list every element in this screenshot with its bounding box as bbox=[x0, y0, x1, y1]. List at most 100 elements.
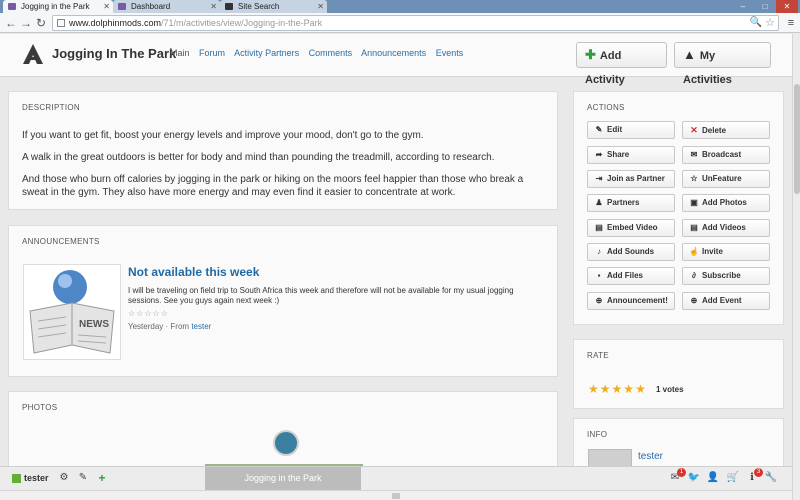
info-heading: INFO bbox=[587, 430, 608, 439]
user-icon[interactable]: 👤 bbox=[706, 471, 720, 485]
star-icon[interactable]: ★ bbox=[588, 382, 600, 396]
url-input[interactable]: www.dolphinmods.com/71/m/activities/view… bbox=[52, 15, 779, 31]
wrench-icon[interactable]: 🔧 bbox=[764, 471, 778, 485]
description-heading: DESCRIPTION bbox=[22, 103, 80, 112]
news-icon: NEWS bbox=[29, 270, 115, 354]
announcements-heading: ANNOUNCEMENTS bbox=[22, 237, 100, 246]
star-icon[interactable]: ★ bbox=[623, 382, 635, 396]
add-files-button[interactable]: ▪ Add Files bbox=[587, 267, 675, 285]
page-header: Jogging In The Park Main Forum Activity … bbox=[0, 34, 792, 86]
star-icon: ☆ bbox=[690, 174, 698, 183]
subscribe-button[interactable]: ∂ Subscribe bbox=[682, 267, 770, 285]
online-status-icon bbox=[12, 474, 21, 483]
nav-activity-partners[interactable]: Activity Partners bbox=[234, 48, 299, 58]
edit-icon[interactable]: ✎ bbox=[76, 471, 90, 485]
announcement-title[interactable]: Not available this week bbox=[128, 265, 259, 279]
nav-events[interactable]: Events bbox=[436, 48, 464, 58]
edit-icon: ✎ bbox=[595, 125, 603, 134]
toolbar-username[interactable]: tester bbox=[24, 473, 49, 483]
reload-icon[interactable]: ↻ bbox=[34, 15, 48, 31]
vote-count: 1 votes bbox=[656, 385, 684, 394]
browser-tab-dashboard[interactable]: Dashboard ✕ bbox=[113, 0, 220, 13]
maximize-icon[interactable]: □ bbox=[754, 0, 776, 13]
page-title: Jogging In The Park bbox=[52, 46, 177, 61]
actions-heading: ACTIONS bbox=[587, 103, 625, 112]
edit-button[interactable]: ✎ Edit bbox=[587, 121, 675, 139]
add-videos-button[interactable]: ▤ Add Videos bbox=[682, 219, 770, 237]
horizontal-scrollbar[interactable] bbox=[0, 490, 792, 500]
close-tab-icon[interactable]: ✕ bbox=[210, 0, 217, 13]
svg-text:NEWS: NEWS bbox=[79, 319, 109, 330]
invite-button[interactable]: ☝ Invite bbox=[682, 243, 770, 261]
activity-logo-icon bbox=[23, 44, 43, 64]
info-badge: 3 bbox=[754, 468, 763, 477]
forward-icon[interactable]: → bbox=[19, 15, 33, 31]
film-icon: ▤ bbox=[690, 223, 698, 232]
back-icon[interactable]: ← bbox=[4, 15, 18, 31]
browser-tab-jogging[interactable]: Jogging in the Park ✕ bbox=[3, 0, 113, 13]
favicon-icon bbox=[225, 3, 233, 10]
star-icon[interactable]: ★ bbox=[635, 382, 647, 396]
photos-heading: PHOTOS bbox=[22, 403, 58, 412]
announcement-author-link[interactable]: tester bbox=[191, 322, 211, 331]
add-photos-button[interactable]: ▣ Add Photos bbox=[682, 194, 770, 212]
photo-caption: Jogging in the Park bbox=[205, 467, 361, 491]
rating-stars[interactable]: ★★★★★ bbox=[588, 382, 647, 396]
unfeature-button[interactable]: ☆ UnFeature bbox=[682, 170, 770, 188]
star-icon[interactable]: ★ bbox=[612, 382, 624, 396]
add-icon[interactable]: + bbox=[95, 471, 109, 485]
scroll-thumb[interactable] bbox=[392, 493, 400, 499]
envelope-icon: ✉ bbox=[690, 150, 698, 159]
announcement-rating[interactable]: ☆☆☆☆☆ bbox=[128, 309, 169, 318]
twitter-icon[interactable]: 🐦 bbox=[687, 471, 701, 485]
description-paragraph: If you want to get fit, boost your energ… bbox=[22, 130, 424, 141]
announcement-meta: Yesterday · From tester bbox=[128, 322, 212, 331]
mail-icon[interactable]: ✉ 1 bbox=[668, 468, 686, 485]
favicon-icon bbox=[8, 3, 16, 10]
browser-menu-icon[interactable]: ≡ bbox=[784, 15, 798, 31]
nav-comments[interactable]: Comments bbox=[309, 48, 353, 58]
browser-tab-site-search[interactable]: Site Search ✕ bbox=[220, 0, 327, 13]
cart-icon[interactable]: 🛒 bbox=[726, 471, 740, 485]
share-button[interactable]: ➦ Share bbox=[587, 146, 675, 164]
description-paragraph: A walk in the great outdoors is better f… bbox=[22, 152, 495, 163]
zoom-icon[interactable]: 🔍 bbox=[750, 16, 762, 30]
nav-main[interactable]: Main bbox=[170, 48, 190, 58]
photo-owner-avatar[interactable] bbox=[273, 430, 299, 456]
activity-logo-icon: ▲ bbox=[683, 47, 696, 62]
announcements-panel: ANNOUNCEMENTS NEWS Not available this we… bbox=[8, 225, 558, 377]
add-sounds-button[interactable]: ♪ Add Sounds bbox=[587, 243, 675, 261]
join-as-partner-button[interactable]: ⇥ Join as Partner bbox=[587, 170, 675, 188]
embed-video-button[interactable]: ▤ Embed Video bbox=[587, 219, 675, 237]
info-user-link[interactable]: tester bbox=[638, 451, 663, 462]
description-panel: DESCRIPTION If you want to get fit, boos… bbox=[8, 91, 558, 210]
news-reader-image[interactable]: NEWS bbox=[23, 264, 121, 360]
star-icon[interactable]: ★ bbox=[600, 382, 612, 396]
close-tab-icon[interactable]: ✕ bbox=[103, 0, 110, 13]
film-icon: ▤ bbox=[595, 223, 603, 232]
vertical-scrollbar[interactable] bbox=[792, 34, 800, 500]
minimize-icon[interactable]: – bbox=[732, 0, 754, 13]
info-icon[interactable]: ℹ3 bbox=[745, 468, 763, 485]
add-activity-button[interactable]: ✚ Add Activity bbox=[576, 42, 667, 86]
bookmark-star-icon[interactable]: ☆ bbox=[765, 16, 775, 30]
scroll-thumb[interactable] bbox=[794, 84, 800, 194]
paperclip-icon: ∂ bbox=[692, 271, 696, 280]
announcement-button[interactable]: ⊕ Announcement! bbox=[587, 292, 675, 310]
address-bar: ← → ↻ www.dolphinmods.com/71/m/activitie… bbox=[0, 13, 800, 33]
partners-button[interactable]: ♟ Partners bbox=[587, 194, 675, 212]
broadcast-button[interactable]: ✉ Broadcast bbox=[682, 146, 770, 164]
close-tab-icon[interactable]: ✕ bbox=[317, 0, 324, 13]
nav-forum[interactable]: Forum bbox=[199, 48, 225, 58]
photo-icon: ▣ bbox=[690, 198, 698, 207]
users-icon: ♟ bbox=[595, 198, 603, 207]
my-activities-button[interactable]: ▲ My Activities bbox=[674, 42, 771, 86]
nav-announcements[interactable]: Announcements bbox=[361, 48, 426, 58]
add-event-button[interactable]: ⊕ Add Event bbox=[682, 292, 770, 310]
gear-icon[interactable]: ⚙ bbox=[57, 471, 71, 485]
description-paragraph: And those who burn off calories by joggi… bbox=[22, 174, 524, 198]
delete-button[interactable]: ✕ Delete bbox=[682, 121, 770, 139]
plus-circle-icon: ⊕ bbox=[690, 296, 698, 305]
sub-navigation: Main Forum Activity Partners Comments An… bbox=[170, 48, 470, 58]
close-window-icon[interactable]: ✕ bbox=[776, 0, 798, 13]
